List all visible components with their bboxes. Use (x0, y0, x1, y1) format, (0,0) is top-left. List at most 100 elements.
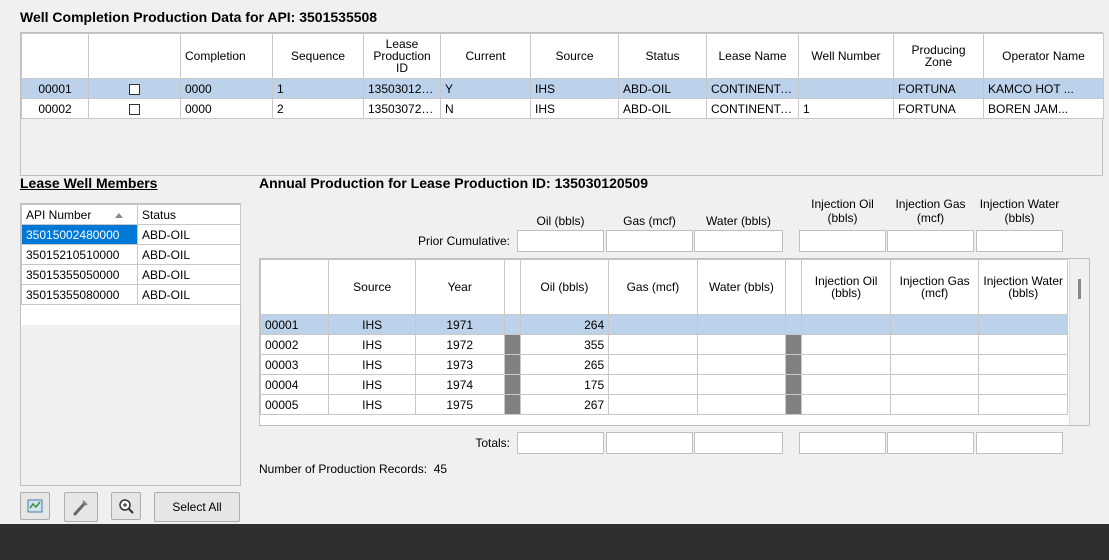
total-inj-gas-field[interactable] (887, 432, 974, 454)
row-checkbox[interactable] (129, 83, 140, 95)
cell-lease-id: 135030723444 (363, 98, 441, 119)
cell-source: IHS (328, 334, 416, 355)
cell-api: 35015002480000 (21, 224, 138, 245)
completion-grid[interactable]: Completion Sequence Lease Production ID … (20, 32, 1104, 176)
completion-row[interactable]: 00002 0000 2 135030723444 N IHS ABD-OIL … (21, 98, 1104, 119)
cell-year: 1975 (414, 394, 505, 415)
lease-members-title: Lease Well Members (20, 175, 158, 191)
col-header-completion[interactable]: Completion (180, 33, 273, 79)
records-label: Number of Production Records: (259, 462, 428, 476)
cell-well-number (798, 78, 894, 99)
cell-lease-name: CONTINENTAL (706, 78, 799, 99)
col-header-water[interactable]: Water (bbls) (696, 259, 787, 315)
cell-sequence: 2 (272, 98, 364, 119)
col-header-year[interactable]: Year (414, 259, 505, 315)
prior-inj-oil-field[interactable] (799, 230, 886, 252)
zoom-icon (119, 499, 134, 514)
cell-year: 1973 (414, 354, 505, 375)
summary-header-water: Water (bbls) (706, 214, 771, 228)
scrollbar-thumb[interactable] (1078, 279, 1081, 299)
prior-inj-gas-field[interactable] (887, 230, 974, 252)
row-id: 00001 (21, 78, 89, 99)
total-inj-water-field[interactable] (976, 432, 1063, 454)
cell-source: IHS (328, 354, 416, 375)
cell-status: ABD-OIL (618, 98, 707, 119)
row-checkbox[interactable] (129, 103, 140, 115)
prior-inj-water-field[interactable] (976, 230, 1063, 252)
cell-status: ABD-OIL (137, 224, 241, 245)
production-row[interactable]: 00001 IHS 1971 264 (260, 314, 1068, 335)
col-header-oil[interactable]: Oil (bbls) (519, 259, 610, 315)
cell-operator: BOREN JAM... (983, 98, 1104, 119)
col-header-id[interactable] (21, 33, 89, 79)
map-button[interactable] (20, 492, 50, 520)
total-inj-oil-field[interactable] (799, 432, 886, 454)
col-header-id[interactable] (260, 259, 330, 315)
cell-operator: KAMCO HOT ... (983, 78, 1104, 99)
cell-status: ABD-OIL (137, 264, 241, 285)
total-oil-field[interactable] (517, 432, 604, 454)
production-row[interactable]: 00005 IHS 1975 267 (260, 394, 1068, 415)
row-id: 00004 (260, 374, 330, 395)
cell-source: IHS (328, 374, 416, 395)
lease-member-row[interactable]: 35015355050000 ABD-OIL (21, 264, 241, 285)
cell-zone: FORTUNA (893, 98, 984, 119)
tool-button[interactable] (64, 492, 98, 522)
col-header-status[interactable]: Status (137, 204, 241, 225)
col-header-operator-name[interactable]: Operator Name (983, 33, 1104, 79)
production-row[interactable]: 00004 IHS 1974 175 (260, 374, 1068, 395)
annual-title: Annual Production for Lease Production I… (259, 175, 648, 191)
cell-oil: 267 (519, 394, 610, 415)
col-header-sequence[interactable]: Sequence (272, 33, 364, 79)
col-header-gas[interactable]: Gas (mcf) (608, 259, 698, 315)
footer-bar (0, 524, 1109, 560)
production-row[interactable]: 00002 IHS 1972 355 (260, 334, 1068, 355)
totals-label: Totals: (475, 436, 510, 450)
select-all-button[interactable]: Select All (154, 492, 240, 522)
production-row[interactable]: 00003 IHS 1973 265 (260, 354, 1068, 375)
cell-api: 35015355050000 (21, 264, 138, 285)
sort-ascending-icon (114, 212, 123, 218)
cell-year: 1974 (414, 374, 505, 395)
row-id: 00002 (21, 98, 89, 119)
map-icon (27, 499, 43, 513)
col-header-lease-production-id[interactable]: Lease Production ID (363, 33, 441, 79)
col-header-check[interactable] (88, 33, 181, 79)
total-gas-field[interactable] (606, 432, 693, 454)
prior-water-field[interactable] (694, 230, 783, 252)
summary-header-inj-gas: Injection Gas (mcf) (895, 197, 966, 225)
col-header-lease-name[interactable]: Lease Name (706, 33, 799, 79)
lease-member-row[interactable]: 35015210510000 ABD-OIL (21, 244, 241, 265)
col-header-source[interactable]: Source (530, 33, 619, 79)
cell-lease-id: 135030120509 (363, 78, 441, 99)
col-header-producing-zone[interactable]: Producing Zone (893, 33, 984, 79)
completion-row[interactable]: 00001 0000 1 135030120509 Y IHS ABD-OIL … (21, 78, 1104, 99)
prior-gas-field[interactable] (606, 230, 693, 252)
col-header-api-number[interactable]: API Number (21, 204, 138, 225)
col-header-inj-oil[interactable]: Injection Oil (bbls) (801, 259, 891, 315)
col-header-inj-water[interactable]: Injection Water (bbls) (978, 259, 1068, 315)
annual-grid[interactable]: Source Year Oil (bbls) Gas (mcf) Water (… (259, 258, 1090, 426)
cell-completion: 0000 (180, 78, 273, 99)
col-header-inj-gas[interactable]: Injection Gas (mcf) (889, 259, 980, 315)
cell-year: 1972 (414, 334, 505, 355)
prior-oil-field[interactable] (517, 230, 604, 252)
col-header-current[interactable]: Current (440, 33, 531, 79)
col-header-well-number[interactable]: Well Number (798, 33, 894, 79)
summary-header-gas: Gas (mcf) (623, 214, 676, 228)
col-header-status[interactable]: Status (618, 33, 707, 79)
cell-lease-name: CONTINENTAL (706, 98, 799, 119)
zoom-button[interactable] (111, 492, 141, 520)
records-count: 45 (433, 462, 448, 476)
vertical-scrollbar[interactable] (1069, 259, 1089, 425)
cell-current: Y (440, 78, 531, 99)
lease-members-grid[interactable]: API Number Status 35015002480000 ABD-OIL… (20, 203, 241, 486)
cell-oil: 175 (519, 374, 610, 395)
summary-header-oil: Oil (bbls) (536, 214, 585, 228)
cell-oil: 265 (519, 354, 610, 375)
lease-member-row[interactable]: 35015002480000 ABD-OIL (21, 224, 241, 245)
total-water-field[interactable] (694, 432, 783, 454)
lease-member-row[interactable]: 35015355080000 ABD-OIL (21, 284, 241, 305)
col-header-source[interactable]: Source (328, 259, 416, 315)
wrench-icon (73, 500, 88, 516)
